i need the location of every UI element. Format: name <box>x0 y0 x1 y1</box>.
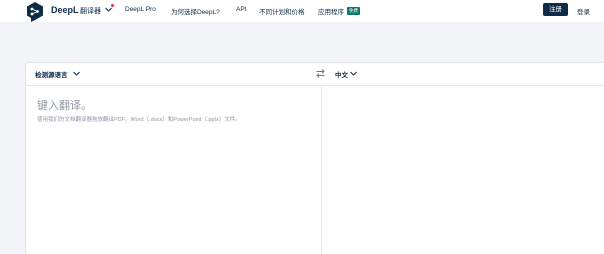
document-translate-hint: 使用我们的文档翻译器拖放翻译PDF、Word（.docx）和PowerPoint… <box>37 117 241 123</box>
swap-icon[interactable] <box>315 68 326 79</box>
translator-panel: 检测源语言 中文 键入翻译。 使用我们的文档翻译器拖放翻译PDF、Word（.d… <box>25 62 604 254</box>
nav-apps[interactable]: 应用程序 <box>318 6 344 16</box>
chevron-down-icon[interactable] <box>72 69 81 78</box>
deepl-logo-icon[interactable] <box>25 1 45 22</box>
source-text-input[interactable]: 键入翻译。 使用我们的文档翻译器拖放翻译PDF、Word（.docx）和Powe… <box>26 87 321 254</box>
language-bar: 检测源语言 中文 <box>26 63 604 86</box>
notification-dot <box>111 4 114 7</box>
brand-name[interactable]: DeepL <box>51 5 79 15</box>
chevron-down-icon[interactable] <box>349 69 358 78</box>
top-header: DeepL 翻译器 DeepL Pro 为何选择DeepL? API 不同计划和… <box>0 0 604 22</box>
nav-deepl-pro[interactable]: DeepL Pro <box>125 6 156 13</box>
signup-button[interactable]: 注册 <box>543 3 568 16</box>
product-menu-label[interactable]: 翻译器 <box>80 6 101 16</box>
source-language-selector[interactable]: 检测源语言 <box>35 69 68 79</box>
apps-free-badge: 免费 <box>347 7 360 15</box>
login-link[interactable]: 登录 <box>577 6 590 16</box>
target-language-selector[interactable]: 中文 <box>335 69 348 79</box>
nav-api[interactable]: API <box>236 6 246 13</box>
nav-plans-pricing[interactable]: 不同计划和价格 <box>259 6 305 16</box>
source-placeholder: 键入翻译。 <box>37 100 92 112</box>
target-text-output[interactable] <box>322 87 604 254</box>
nav-why-deepl[interactable]: 为何选择DeepL? <box>171 6 220 16</box>
